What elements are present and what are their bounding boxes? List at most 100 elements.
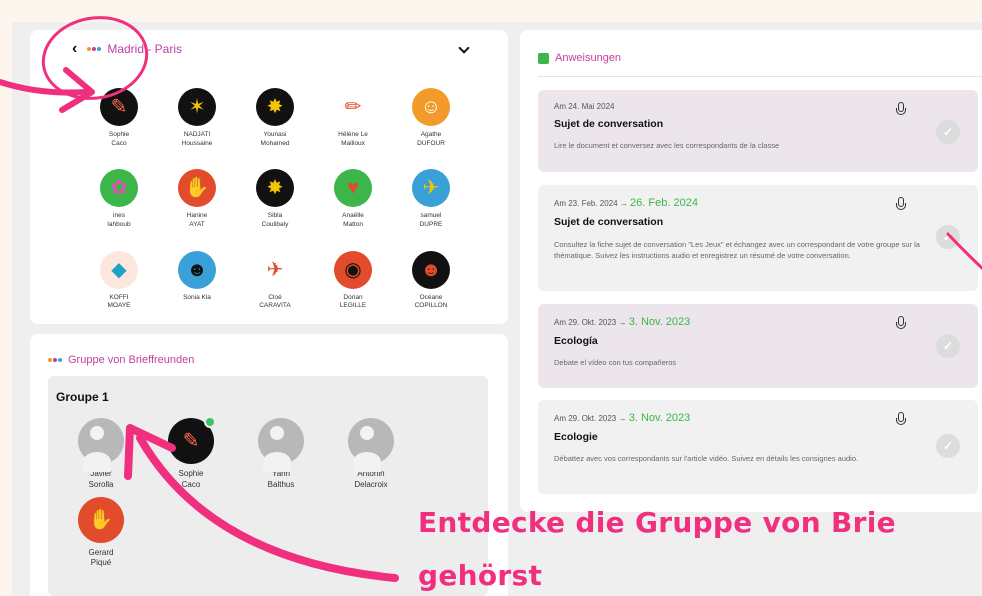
member-first-name: Gerard: [88, 547, 114, 557]
checkmark-icon[interactable]: ✓: [936, 334, 960, 358]
member-item[interactable]: ◆ KOFFI MOAYE: [80, 250, 158, 324]
member-last-name: Sorolla: [88, 479, 114, 489]
member-item[interactable]: ✸ Sibla Coulibaly: [236, 169, 314, 242]
annotation-text-line1: Entdecke die Gruppe von Brie: [418, 506, 896, 539]
member-item[interactable]: ✸ Younasi Mohamed: [236, 88, 314, 161]
member-last-name: MOAYE: [107, 302, 131, 310]
avatar: [348, 418, 394, 472]
member-first-name: ines: [113, 212, 125, 220]
avatar: [258, 418, 304, 472]
member-first-name: Sonia Kla: [183, 293, 211, 301]
task-card[interactable]: Am 23. Feb. 2024 → 26. Feb. 2024 Sujet d…: [538, 185, 978, 291]
avatar-icon: ✿: [110, 177, 128, 200]
task-card[interactable]: Am 29. Okt. 2023 → 3. Nov. 2023 Ecología…: [538, 304, 978, 388]
task-description: Consultez la fiche sujet de conversation…: [554, 240, 920, 260]
microphone-icon[interactable]: [896, 316, 906, 329]
member-last-name: Mohamed: [260, 139, 290, 147]
avatar-icon: ♥: [347, 177, 359, 200]
avatar: ✏: [334, 88, 372, 126]
member-item[interactable]: ◉ Dorian LEGILLE: [314, 250, 392, 324]
member-item[interactable]: ♥ Anaëlle Matton: [314, 169, 392, 242]
member-item[interactable]: ☻ Sonia Kla: [158, 250, 236, 324]
checkmark-icon[interactable]: ✓: [936, 434, 960, 458]
microphone-icon[interactable]: [896, 197, 906, 210]
member-item[interactable]: ✋ Gerard Piqué: [56, 496, 146, 570]
task-description: Lire le document et conversez avec les c…: [554, 141, 780, 150]
member-item[interactable]: Antonin Delacroix: [326, 418, 416, 491]
member-item[interactable]: ✶ NADJATI Houssaine: [158, 88, 236, 161]
checkmark-icon[interactable]: ✓: [936, 225, 960, 249]
avatar: ☻: [412, 250, 450, 289]
member-item[interactable]: Javier Sorolla: [56, 418, 146, 491]
member-item[interactable]: ✈ Cloé CARAVITA: [236, 250, 314, 324]
member-last-name: DUPRE: [419, 221, 443, 229]
avatar-icon: ✈: [422, 177, 440, 200]
avatar-icon: ◆: [111, 258, 127, 281]
chevron-left-icon[interactable]: ‹: [72, 40, 77, 58]
avatar-icon: ✋: [88, 508, 114, 531]
avatar-icon: ✎: [110, 96, 128, 118]
avatar-icon: ✏: [344, 96, 362, 118]
member-item[interactable]: ✎ Sophie Caco: [146, 416, 236, 491]
task-title: Ecologie: [554, 431, 598, 443]
member-first-name: Sibla: [267, 212, 283, 220]
avatar: ✎: [168, 416, 216, 464]
chevron-down-icon[interactable]: [458, 42, 470, 54]
group-title: Madrid - Paris: [107, 42, 183, 56]
pen-pal-card: Gruppe von Brieffreunden Groupe 1 Javier…: [30, 334, 508, 596]
member-last-name: lahboub: [107, 221, 131, 229]
avatar: ✸: [256, 169, 294, 208]
microphone-icon[interactable]: [896, 412, 906, 425]
list-icon: [538, 52, 549, 64]
member-item[interactable]: ✏ Hélène Le Mailloux: [314, 88, 392, 161]
member-last-name: Piqué: [90, 558, 112, 568]
avatar: ◉: [334, 250, 372, 289]
member-last-name: Balthus: [267, 479, 295, 489]
member-last-name: Mailloux: [341, 139, 365, 147]
avatar-icon: ✶: [188, 96, 206, 118]
member-item[interactable]: Yann Balthus: [236, 418, 326, 491]
task-card[interactable]: Am 29. Okt. 2023 → 3. Nov. 2023 Ecologie…: [538, 400, 978, 494]
instructions-header: Anweisungen: [538, 52, 621, 64]
divider: [538, 76, 982, 77]
member-item[interactable]: ☺ Agathe DUFOUR: [392, 88, 470, 161]
microphone-icon[interactable]: [896, 102, 906, 115]
group-header[interactable]: ‹ Madrid - Paris: [72, 40, 182, 58]
avatar-icon: ☻: [420, 258, 442, 281]
pen-pal-member-grid: Javier Sorolla ✎ Sophie Caco Yann Balthus Anton…: [56, 416, 416, 570]
task-description: Debate el vídeo con tus compañeros: [554, 358, 677, 367]
member-grid: ✎ Sophie Caco ✶ NADJATI Houssaine ✸ Younasi Moha…: [80, 88, 470, 324]
task-title: Sujet de conversation: [554, 118, 664, 130]
avatar: ✋: [78, 496, 124, 543]
member-first-name: Agathe: [420, 131, 442, 138]
avatar: ☺: [412, 88, 450, 126]
member-first-name: Hanine: [186, 212, 208, 220]
member-first-name: samuel: [420, 212, 442, 220]
avatar-icon: ☺: [420, 96, 442, 118]
instructions-card: Anweisungen Am 24. Mai 2024 Sujet de con…: [520, 30, 982, 512]
member-last-name: Houssaine: [181, 139, 213, 147]
member-item[interactable]: ✿ ines lahboub: [80, 169, 158, 242]
member-last-name: COPILLON: [414, 302, 448, 310]
group-people-icon: [87, 47, 102, 51]
checkmark-icon[interactable]: ✓: [936, 120, 960, 144]
task-card[interactable]: Am 24. Mai 2024 Sujet de conversation Li…: [538, 90, 978, 172]
class-group-card: ‹ Madrid - Paris ✎ Sophie Caco ✶ NADJATI Hous…: [30, 30, 508, 324]
pen-pal-title: Gruppe von Brieffreunden: [68, 354, 195, 366]
member-first-name: NADJATI: [183, 131, 211, 138]
avatar: ♥: [334, 169, 372, 208]
member-item[interactable]: ✈ samuel DUPRE: [392, 169, 470, 242]
member-item[interactable]: ✋ Hanine AYAT: [158, 169, 236, 242]
avatar: [78, 418, 124, 472]
member-item[interactable]: ✎ Sophie Caco: [80, 88, 158, 161]
member-item[interactable]: ☻ Océane COPILLON: [392, 250, 470, 324]
member-first-name: Océane: [419, 293, 443, 301]
avatar-icon: ✸: [266, 96, 284, 118]
avatar-icon: ☻: [186, 258, 208, 281]
member-last-name: Caco: [181, 479, 201, 489]
member-last-name: Matton: [343, 221, 363, 229]
avatar: ✶: [178, 88, 216, 126]
member-last-name: LEGILLE: [339, 302, 367, 310]
annotation-text-line2: gehörst: [418, 559, 543, 592]
pen-pal-header: Gruppe von Brieffreunden: [48, 354, 194, 366]
